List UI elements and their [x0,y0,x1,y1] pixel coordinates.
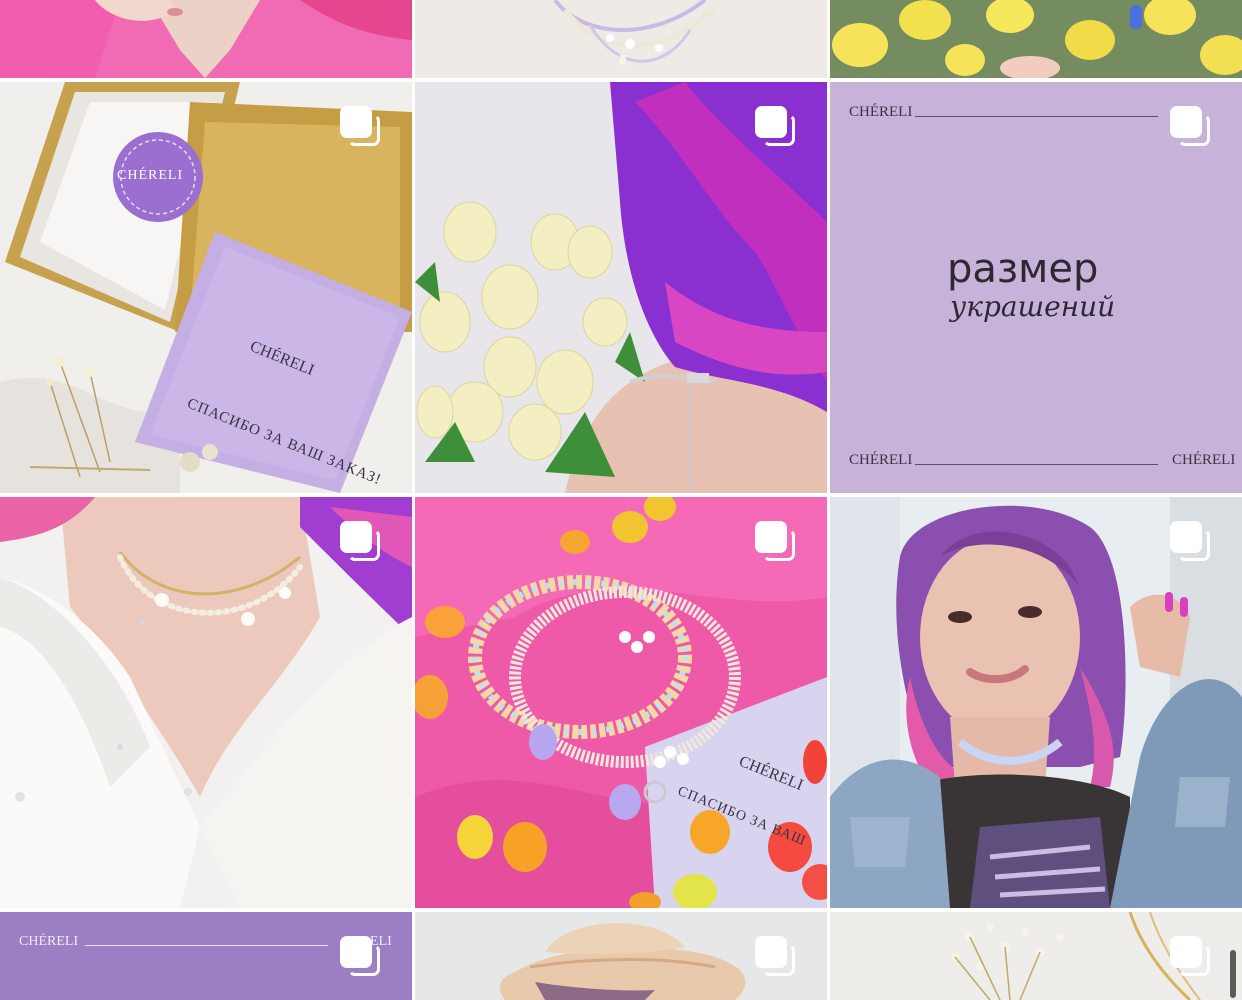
post-beige-hat[interactable] [415,912,827,1000]
post-pearl-necklace[interactable] [415,0,827,78]
post-yellow-tulips[interactable] [830,0,1242,78]
post-pink-shirt[interactable] [0,0,412,78]
carousel-icon [1170,521,1210,561]
carousel-icon [755,936,795,976]
post-gift-box[interactable]: CHÉRELI CHÉRELI СПАСИБО ЗА ВАШ ЗАКАЗ! [0,82,412,493]
divider-line [915,116,1158,117]
carousel-icon [340,106,380,146]
brand-label-bottom-left: CHÉRELI [849,452,913,468]
post-gummy-bear-necklaces[interactable]: CHÉRELI СПАСИБО ЗА ВАШ [415,497,827,908]
profile-post-grid: CHÉRELI CHÉRELI СПАСИБО ЗА ВАШ ЗАКАЗ! CH… [0,0,1242,1000]
pearl-necklace-photo [415,0,827,78]
post-selfie-denim[interactable] [830,497,1242,908]
carousel-icon [755,106,795,146]
brand-label-left: CHÉRELI [19,934,79,949]
scrollbar[interactable] [1230,950,1236,998]
carousel-icon [755,521,795,561]
post-dried-flowers[interactable] [830,912,1242,1000]
post-purple-hair-tulips[interactable] [415,82,827,493]
post-subtitle: украшений [950,290,1116,323]
yellow-tulips-photo [830,0,1242,78]
brand-label-bottom-right: CHÉRELI [1172,452,1236,468]
divider-line [915,464,1158,465]
carousel-icon [340,936,380,976]
post-jewelry-size-guide[interactable]: CHÉRELI размер украшений CHÉRELI CHÉRELI [830,82,1242,493]
post-pearl-choker[interactable] [0,497,412,908]
post-title: размер [947,246,1099,292]
divider-line [85,945,328,946]
carousel-icon [1170,936,1210,976]
sticker-brand: CHÉRELI [117,168,184,183]
post-purple-graphic[interactable]: CHÉRELI ELI [0,912,412,1000]
carousel-icon [340,521,380,561]
pink-shirt-photo [0,0,412,78]
brand-label-top: CHÉRELI [849,104,913,120]
carousel-icon [1170,106,1210,146]
